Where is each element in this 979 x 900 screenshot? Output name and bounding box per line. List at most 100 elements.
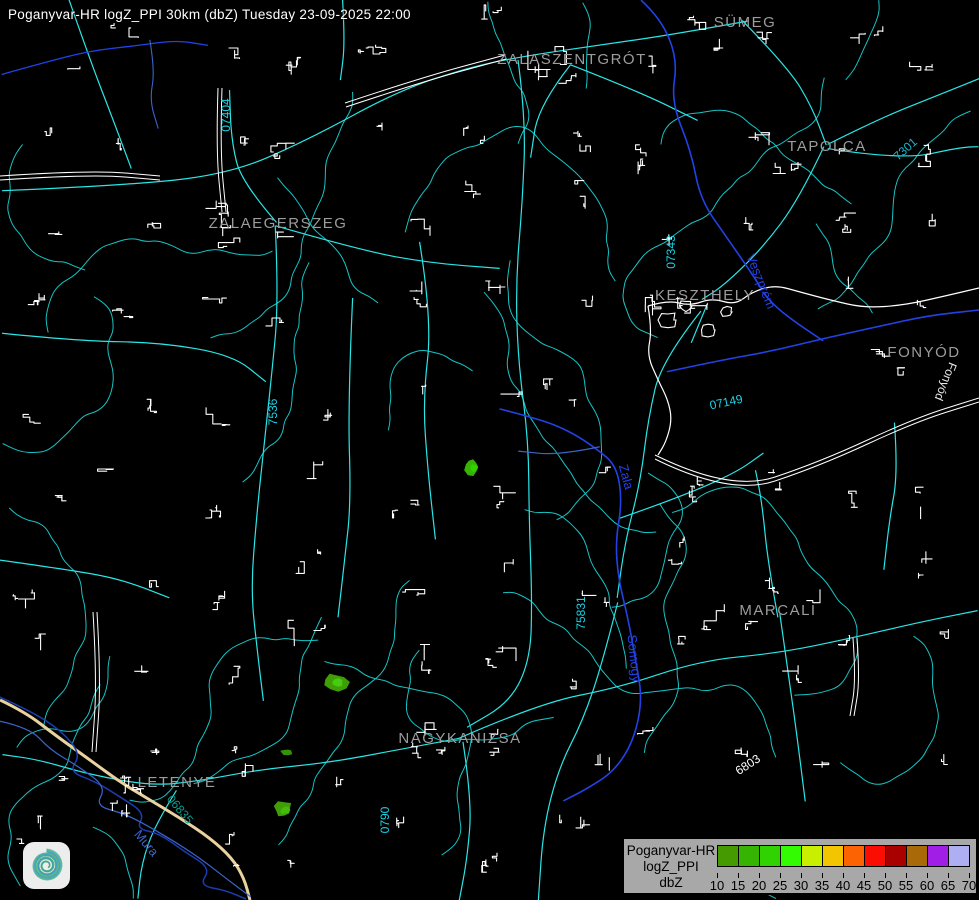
settlement-boundary bbox=[773, 163, 786, 174]
stream-line bbox=[816, 224, 873, 313]
settlement-boundary bbox=[769, 469, 775, 473]
radar-viewer: SÜMEGZALASZENTGRÓTTAPOLCAZALAEGERSZEGKES… bbox=[0, 0, 979, 900]
road-line bbox=[0, 560, 169, 598]
stream-line bbox=[388, 350, 472, 430]
road-line bbox=[780, 614, 805, 801]
settlement-boundary bbox=[843, 225, 851, 233]
city-label: MARCALI bbox=[739, 602, 816, 619]
legend-color-cell bbox=[822, 845, 844, 867]
road-label: 0790 bbox=[378, 806, 392, 833]
settlement-boundary bbox=[496, 646, 516, 661]
marsh-outline bbox=[721, 307, 732, 317]
county-label: Somogy bbox=[625, 634, 645, 683]
road-label: 07149 bbox=[708, 392, 744, 413]
city-label: SÜMEG bbox=[714, 13, 777, 31]
legend-color-cell bbox=[717, 845, 739, 867]
settlement-boundary bbox=[436, 747, 445, 754]
settlement-boundary bbox=[638, 727, 653, 735]
river-line bbox=[518, 447, 600, 454]
settlement-boundary bbox=[241, 137, 249, 145]
settlement-boundary bbox=[111, 23, 116, 28]
settlement-boundary bbox=[897, 368, 904, 375]
settlement-boundary bbox=[714, 39, 723, 50]
city-label: KESZTHELY bbox=[655, 287, 755, 304]
stream-line bbox=[846, 0, 879, 80]
settlement-boundary bbox=[55, 496, 66, 501]
road-line bbox=[755, 470, 777, 617]
city-label: LETENYE bbox=[138, 774, 217, 791]
settlement-boundary bbox=[849, 491, 858, 507]
legend-color-cell bbox=[843, 845, 865, 867]
road-line bbox=[459, 742, 470, 900]
stream-line bbox=[644, 504, 686, 753]
settlement-boundary bbox=[493, 486, 515, 499]
settlement-boundary bbox=[377, 123, 382, 130]
settlement-boundary bbox=[219, 591, 225, 600]
legend-unit: dbZ bbox=[626, 875, 716, 890]
settlement-boundary bbox=[763, 33, 772, 45]
settlement-boundary bbox=[922, 552, 932, 564]
met-logo bbox=[23, 842, 70, 889]
main-road-line bbox=[346, 59, 506, 107]
main-road-line bbox=[850, 638, 855, 716]
city-label: FONYÓD bbox=[887, 344, 960, 361]
settlement-boundary bbox=[560, 815, 562, 824]
settlement-boundary bbox=[410, 500, 419, 505]
settlement-boundary bbox=[735, 748, 747, 757]
settlement-boundary bbox=[229, 666, 240, 684]
lake-west-shore bbox=[648, 306, 671, 455]
main-road-line bbox=[0, 172, 160, 176]
settlement-boundary bbox=[595, 754, 602, 765]
stream-line bbox=[525, 510, 627, 669]
settlement-boundary bbox=[851, 33, 866, 44]
settlement-boundary bbox=[929, 214, 935, 226]
settlement-boundary bbox=[410, 282, 422, 294]
stream-line bbox=[661, 110, 852, 204]
settlement-boundary bbox=[486, 659, 497, 668]
settlement-boundary bbox=[358, 50, 363, 53]
marsh-outline bbox=[702, 324, 716, 337]
road-label: Fonyód bbox=[932, 360, 960, 402]
settlement-boundary bbox=[918, 155, 930, 166]
settlement-boundary bbox=[411, 219, 430, 236]
settlement-boundary bbox=[397, 817, 404, 828]
settlement-boundary bbox=[582, 296, 593, 307]
legend-color-cell bbox=[780, 845, 802, 867]
main-road-line bbox=[96, 612, 99, 752]
settlement-boundary bbox=[570, 679, 576, 689]
road-line bbox=[617, 311, 701, 598]
main-road-line bbox=[655, 402, 979, 485]
settlement-boundary bbox=[287, 860, 294, 867]
settlement-boundary bbox=[668, 559, 682, 564]
settlement-boundary bbox=[148, 222, 161, 228]
settlement-boundary bbox=[68, 67, 81, 70]
settlement-boundary bbox=[680, 537, 685, 547]
road-line bbox=[884, 423, 896, 570]
settlement-boundary bbox=[465, 181, 481, 199]
settlement-boundary bbox=[134, 666, 148, 673]
settlement-boundary bbox=[206, 408, 222, 424]
main-road-line bbox=[345, 55, 505, 103]
settlement-boundary bbox=[110, 800, 117, 810]
settlement-boundary bbox=[222, 425, 230, 426]
river-line bbox=[2, 42, 208, 75]
legend-color-cell bbox=[738, 845, 760, 867]
settlement-boundary bbox=[242, 764, 253, 777]
settlement-boundary bbox=[482, 5, 488, 19]
settlement-boundary bbox=[464, 126, 468, 136]
settlement-boundary bbox=[638, 159, 645, 174]
legend-tick-label: 70 bbox=[956, 878, 979, 893]
settlement-boundary bbox=[13, 594, 18, 600]
settlement-boundary bbox=[689, 486, 696, 502]
city-label: NAGYKANIZSA bbox=[398, 730, 521, 747]
legend-panel: Poganyvar-HR logZ_PPI dbZ 10152025303540… bbox=[622, 837, 978, 895]
settlement-boundary bbox=[206, 201, 227, 208]
road-line bbox=[69, 0, 131, 169]
river-line bbox=[150, 40, 158, 129]
radar-title: Poganyvar-HR logZ_PPI 30km (dbZ) Tuesday… bbox=[8, 7, 411, 22]
legend-color-cell bbox=[906, 845, 928, 867]
settlement-boundary bbox=[266, 318, 284, 326]
legend-color-cell bbox=[948, 845, 970, 867]
stream-line bbox=[3, 297, 114, 453]
settlement-boundary bbox=[558, 74, 576, 84]
